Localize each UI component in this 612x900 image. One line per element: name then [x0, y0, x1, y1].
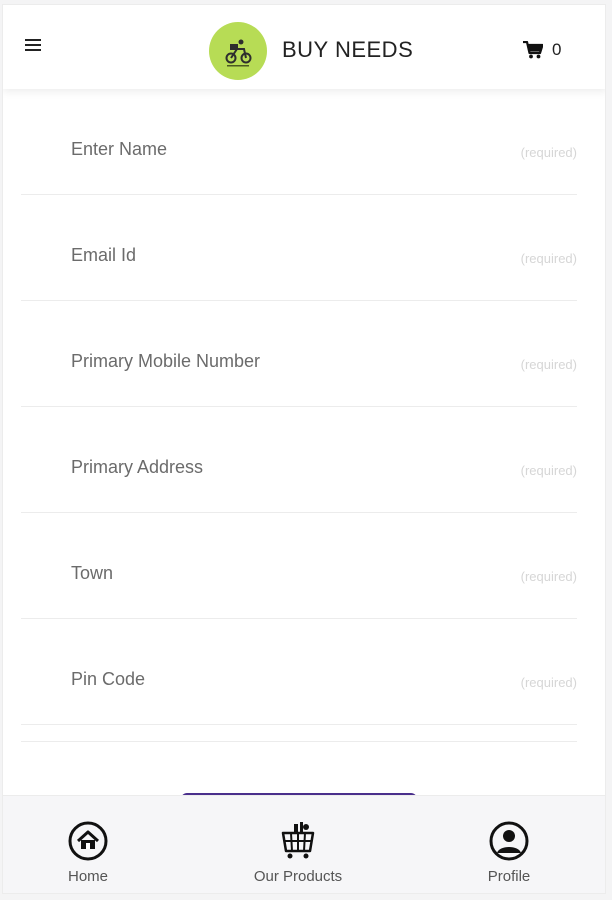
- header: BUY NEEDS 0: [3, 5, 605, 89]
- basket-icon: [281, 822, 315, 859]
- field-label: Primary Address: [71, 457, 204, 477]
- nav-label: Profile: [487, 868, 531, 885]
- brand-title: BUY NEEDS: [282, 37, 414, 62]
- town-field[interactable]: Town (required): [21, 513, 577, 619]
- required-hint: (required): [520, 675, 577, 690]
- bottom-nav: Home Our Products Profile: [3, 795, 605, 893]
- scooter-logo-icon: [225, 39, 252, 67]
- nav-label: Home: [67, 868, 108, 885]
- hamburger-icon-line: [25, 49, 41, 51]
- field-label: Primary Mobile Number: [71, 351, 261, 371]
- menu-button[interactable]: [25, 37, 43, 53]
- cart-count: 0: [552, 40, 562, 59]
- mobile-field[interactable]: Primary Mobile Number (required): [21, 301, 577, 407]
- field-label: Town: [71, 563, 114, 583]
- divider: [21, 741, 577, 742]
- name-field[interactable]: Enter Name (required): [21, 89, 577, 195]
- nav-profile[interactable]: Profile: [454, 820, 564, 885]
- cart-button[interactable]: 0: [523, 38, 561, 62]
- email-field[interactable]: Email Id (required): [21, 195, 577, 301]
- required-hint: (required): [520, 145, 577, 160]
- cart-icon: [523, 41, 543, 59]
- field-label: Email Id: [71, 245, 137, 265]
- profile-icon: [489, 821, 529, 861]
- field-label: Pin Code: [71, 669, 146, 689]
- app-frame: BUY NEEDS 0 Enter Name (required) Email …: [2, 4, 606, 894]
- required-hint: (required): [520, 463, 577, 478]
- required-hint: (required): [520, 251, 577, 266]
- address-field[interactable]: Primary Address (required): [21, 407, 577, 513]
- pin-code-field[interactable]: Pin Code (required): [21, 619, 577, 725]
- required-hint: (required): [520, 569, 577, 584]
- nav-home[interactable]: Home: [33, 820, 143, 885]
- nav-label: Our Products: [253, 868, 343, 885]
- home-icon: [68, 821, 108, 861]
- hamburger-icon-line: [25, 44, 41, 46]
- nav-our-products[interactable]: Our Products: [243, 820, 353, 885]
- required-hint: (required): [520, 357, 577, 372]
- hamburger-icon-line: [25, 39, 41, 41]
- brand-logo[interactable]: [209, 22, 267, 80]
- field-label: Enter Name: [71, 139, 168, 159]
